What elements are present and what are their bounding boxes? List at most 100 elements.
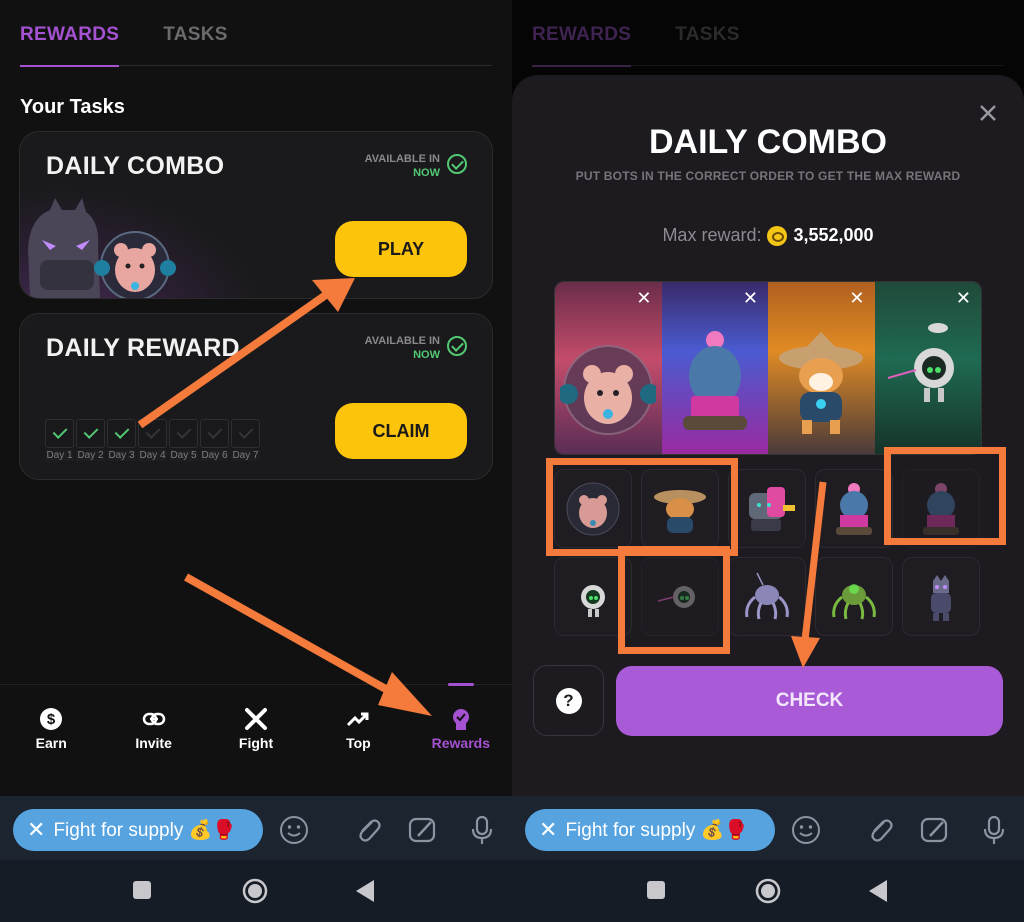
check-circle-icon [447, 154, 467, 174]
home-icon[interactable] [755, 878, 781, 904]
microphone-icon[interactable] [978, 814, 1010, 846]
checkmark-icon [200, 419, 229, 448]
system-nav-bar [0, 860, 512, 922]
nav-earn[interactable]: $ Earn [0, 685, 102, 796]
combo-slot[interactable]: ✕ [768, 282, 875, 454]
checkmark-icon [107, 419, 136, 448]
remove-icon[interactable]: ✕ [636, 288, 651, 309]
bot-menu-label: Fight for supply 💰🥊 [565, 820, 748, 841]
checkmark-icon [231, 419, 260, 448]
recents-icon[interactable] [647, 881, 665, 899]
remove-icon[interactable]: ✕ [849, 288, 864, 309]
daily-reward-title: DAILY REWARD [46, 334, 240, 362]
day-item: Day 5 [169, 419, 198, 461]
max-reward-label: Max reward: [662, 225, 762, 245]
sticker-icon[interactable] [918, 814, 950, 846]
daily-combo-modal: DAILY COMBO PUT BOTS IN THE CORRECT ORDE… [512, 75, 1024, 796]
attach-icon[interactable] [864, 814, 896, 846]
bottom-nav: $ Earn Invite Fight Top Rewards [0, 683, 512, 796]
day-label: Day 2 [76, 450, 105, 461]
bot-menu-button[interactable]: ✕ Fight for supply 💰🥊 [525, 809, 775, 851]
check-button[interactable]: CHECK [616, 666, 1003, 736]
shiba-hat-bot-icon [779, 332, 864, 434]
remove-icon[interactable]: ✕ [956, 288, 971, 309]
nav-top[interactable]: Top [307, 685, 409, 796]
check-circle-icon [447, 336, 467, 356]
cactus-tank-bot-icon [836, 482, 872, 535]
badge-icon [452, 709, 469, 730]
availability: AVAILABLE IN NOW [365, 152, 440, 180]
tab-tasks[interactable]: TASKS [675, 20, 739, 66]
claim-button[interactable]: CLAIM [335, 403, 467, 459]
bot-option[interactable] [815, 469, 893, 548]
link-icon [142, 712, 165, 726]
nav-rewards[interactable]: Rewards [410, 683, 512, 796]
emoji-icon[interactable] [790, 814, 822, 846]
help-button[interactable]: ? [533, 665, 604, 736]
day-item: Day 2 [76, 419, 105, 461]
max-reward-value: 3,552,000 [793, 225, 874, 245]
recents-icon[interactable] [133, 881, 151, 899]
checkmark-icon [76, 419, 105, 448]
back-icon[interactable] [869, 880, 889, 902]
checkmark-icon [138, 419, 167, 448]
max-reward: Max reward: 3,552,000 [512, 225, 1024, 246]
tab-rewards[interactable]: REWARDS [532, 20, 632, 67]
attach-icon[interactable] [352, 814, 384, 846]
day-label: Day 3 [107, 450, 136, 461]
remove-icon[interactable]: ✕ [743, 288, 758, 309]
svg-text:$: $ [47, 711, 56, 728]
sticker-icon[interactable] [406, 814, 438, 846]
daily-combo-screen: REWARDS TASKS DAILY COMBO PUT BOTS IN TH… [512, 0, 1024, 922]
microphone-icon[interactable] [466, 814, 498, 846]
back-icon[interactable] [356, 880, 376, 902]
bot-menu-button[interactable]: ✕ Fight for supply 💰🥊 [13, 809, 263, 851]
cactus-tank-bot-icon [682, 331, 747, 430]
bot-option[interactable] [728, 557, 806, 636]
day-label: Day 6 [200, 450, 229, 461]
tab-rewards[interactable]: REWARDS [20, 20, 120, 67]
coin-icon [767, 225, 788, 246]
play-button[interactable]: PLAY [335, 221, 467, 277]
nav-label: Invite [135, 735, 172, 751]
bot-option[interactable] [728, 469, 806, 548]
hamster-bot-icon [560, 345, 657, 435]
tab-bar: REWARDS TASKS [532, 20, 1004, 67]
tab-tasks[interactable]: TASKS [163, 20, 227, 66]
spider-bot-purple-icon [745, 572, 789, 619]
combo-slot[interactable]: ✕ [555, 282, 662, 454]
close-icon: ✕ [539, 817, 558, 842]
daily-combo-card: DAILY COMBO AVAILABLE IN NOW PLAY [19, 131, 493, 299]
day-label: Day 5 [169, 450, 198, 461]
combo-slot[interactable]: ✕ [874, 282, 981, 454]
day-item: Day 7 [231, 419, 260, 461]
telegram-input-bar: ✕ Fight for supply 💰🥊 [512, 796, 1024, 860]
emoji-icon[interactable] [278, 814, 310, 846]
day-label: Day 4 [138, 450, 167, 461]
annotation-box [546, 458, 738, 556]
bot-option[interactable] [815, 557, 893, 636]
close-icon[interactable] [978, 103, 998, 123]
panther-bot-icon [931, 574, 951, 621]
spider-bot-green-icon [832, 583, 876, 619]
modal-title: DAILY COMBO [648, 123, 888, 161]
annotation-box [618, 546, 730, 654]
nav-invite[interactable]: Invite [102, 685, 204, 796]
day-label: Day 7 [231, 450, 260, 461]
available-value: NOW [413, 167, 440, 179]
nav-label: Fight [238, 735, 274, 751]
bot-option[interactable] [902, 557, 980, 636]
daily-combo-title: DAILY COMBO [46, 152, 225, 180]
nav-fight[interactable]: Fight [205, 685, 307, 796]
drone-bot-icon [887, 323, 954, 402]
combo-slot[interactable]: ✕ [661, 282, 768, 454]
dollar-icon: $ [40, 708, 63, 730]
hamster-bot-icon [94, 231, 176, 298]
drone-bot-icon [581, 584, 605, 617]
day-item: Day 6 [200, 419, 229, 461]
home-icon[interactable] [242, 878, 268, 904]
available-label: AVAILABLE IN [364, 335, 440, 347]
trending-up-icon [347, 712, 369, 727]
telegram-input-bar: ✕ Fight for supply 💰🥊 [0, 796, 512, 860]
bots-illustration [28, 198, 176, 298]
